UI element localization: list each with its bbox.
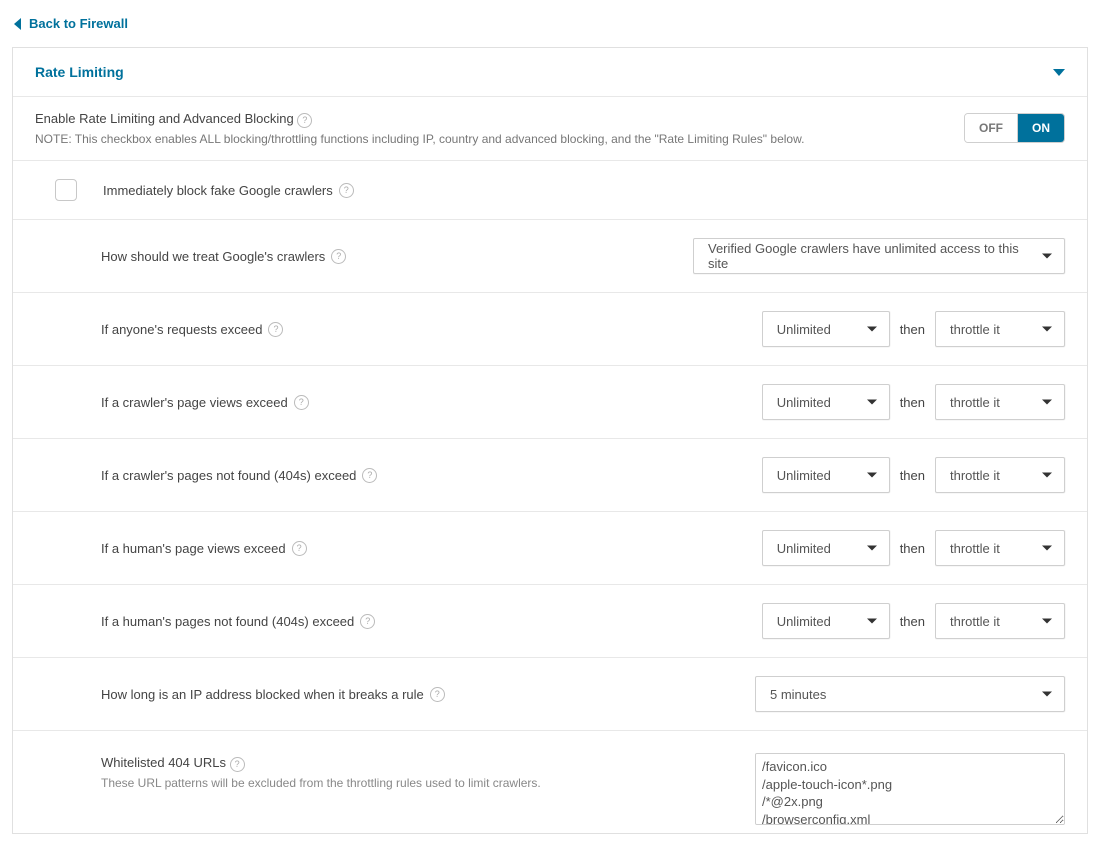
help-icon[interactable]: ? [430, 687, 445, 702]
google-treat-select[interactable]: Verified Google crawlers have unlimited … [693, 238, 1065, 274]
caret-down-icon [867, 473, 877, 478]
caret-down-icon [1042, 473, 1052, 478]
block-duration-select[interactable]: 5 minutes [755, 676, 1065, 712]
fake-google-label: Immediately block fake Google crawlers [103, 183, 333, 198]
human-views-threshold-value: Unlimited [777, 541, 831, 556]
caret-down-icon [1042, 692, 1052, 697]
human-404-action-select[interactable]: throttle it [935, 603, 1065, 639]
back-to-firewall-link[interactable]: Back to Firewall [12, 12, 130, 35]
help-icon[interactable]: ? [362, 468, 377, 483]
crawler-views-action-select[interactable]: throttle it [935, 384, 1065, 420]
crawler-views-threshold-value: Unlimited [777, 395, 831, 410]
block-duration-row: How long is an IP address blocked when i… [13, 658, 1087, 731]
enable-toggle[interactable]: OFF ON [964, 113, 1065, 143]
help-icon[interactable]: ? [294, 395, 309, 410]
google-treat-label: How should we treat Google's crawlers [101, 249, 325, 264]
whitelist-404-sub: These URL patterns will be excluded from… [101, 776, 541, 790]
crawler-404-threshold-select[interactable]: Unlimited [762, 457, 890, 493]
fake-google-checkbox[interactable] [55, 179, 77, 201]
back-link-label: Back to Firewall [29, 16, 128, 31]
human-404-action-value: throttle it [950, 614, 1000, 629]
human-views-label: If a human's page views exceed [101, 541, 286, 556]
toggle-on[interactable]: ON [1018, 114, 1064, 142]
then-label: then [900, 468, 925, 483]
toggle-off[interactable]: OFF [965, 114, 1018, 142]
enable-row: Enable Rate Limiting and Advanced Blocki… [13, 97, 1087, 161]
fake-google-row: Immediately block fake Google crawlers ? [13, 161, 1087, 220]
crawler-views-action-value: throttle it [950, 395, 1000, 410]
caret-down-icon [867, 546, 877, 551]
enable-label: Enable Rate Limiting and Advanced Blocki… [35, 111, 294, 126]
google-treat-row: How should we treat Google's crawlers ? … [13, 220, 1087, 293]
anyone-exceed-row: If anyone's requests exceed ? Unlimited … [13, 293, 1087, 366]
help-icon[interactable]: ? [268, 322, 283, 337]
crawler-views-threshold-select[interactable]: Unlimited [762, 384, 890, 420]
help-icon[interactable]: ? [339, 183, 354, 198]
google-treat-value: Verified Google crawlers have unlimited … [708, 241, 1034, 271]
anyone-threshold-value: Unlimited [777, 322, 831, 337]
help-icon[interactable]: ? [297, 113, 312, 128]
crawler-views-label: If a crawler's page views exceed [101, 395, 288, 410]
human-404-label: If a human's pages not found (404s) exce… [101, 614, 354, 629]
help-icon[interactable]: ? [331, 249, 346, 264]
caret-down-icon [1042, 619, 1052, 624]
help-icon[interactable]: ? [360, 614, 375, 629]
panel-title: Rate Limiting [35, 64, 124, 80]
caret-down-icon [1042, 400, 1052, 405]
caret-down-icon [1042, 327, 1052, 332]
caret-down-icon [1042, 254, 1052, 259]
then-label: then [900, 614, 925, 629]
crawler-404-label: If a crawler's pages not found (404s) ex… [101, 468, 356, 483]
then-label: then [900, 322, 925, 337]
human-404-threshold-value: Unlimited [777, 614, 831, 629]
crawler-views-row: If a crawler's page views exceed ? Unlim… [13, 366, 1087, 439]
whitelist-404-row: Whitelisted 404 URLs ? These URL pattern… [13, 731, 1087, 833]
caret-down-icon [1042, 546, 1052, 551]
crawler-404-action-select[interactable]: throttle it [935, 457, 1065, 493]
enable-note: NOTE: This checkbox enables ALL blocking… [35, 132, 804, 146]
crawler-404-row: If a crawler's pages not found (404s) ex… [13, 439, 1087, 512]
human-views-action-select[interactable]: throttle it [935, 530, 1065, 566]
anyone-exceed-label: If anyone's requests exceed [101, 322, 262, 337]
then-label: then [900, 541, 925, 556]
collapse-caret-icon [1053, 69, 1065, 76]
crawler-404-action-value: throttle it [950, 468, 1000, 483]
caret-down-icon [867, 400, 877, 405]
anyone-action-value: throttle it [950, 322, 1000, 337]
help-icon[interactable]: ? [230, 757, 245, 772]
human-views-action-value: throttle it [950, 541, 1000, 556]
chevron-left-icon [14, 18, 21, 30]
block-duration-value: 5 minutes [770, 687, 826, 702]
anyone-threshold-select[interactable]: Unlimited [762, 311, 890, 347]
human-views-threshold-select[interactable]: Unlimited [762, 530, 890, 566]
human-views-row: If a human's page views exceed ? Unlimit… [13, 512, 1087, 585]
panel-header[interactable]: Rate Limiting [13, 48, 1087, 97]
help-icon[interactable]: ? [292, 541, 307, 556]
whitelist-404-label: Whitelisted 404 URLs [101, 755, 226, 770]
caret-down-icon [867, 619, 877, 624]
crawler-404-threshold-value: Unlimited [777, 468, 831, 483]
then-label: then [900, 395, 925, 410]
caret-down-icon [867, 327, 877, 332]
human-404-threshold-select[interactable]: Unlimited [762, 603, 890, 639]
human-404-row: If a human's pages not found (404s) exce… [13, 585, 1087, 658]
anyone-action-select[interactable]: throttle it [935, 311, 1065, 347]
rate-limiting-panel: Rate Limiting Enable Rate Limiting and A… [12, 47, 1088, 834]
block-duration-label: How long is an IP address blocked when i… [101, 687, 424, 702]
whitelist-404-textarea[interactable] [755, 753, 1065, 825]
